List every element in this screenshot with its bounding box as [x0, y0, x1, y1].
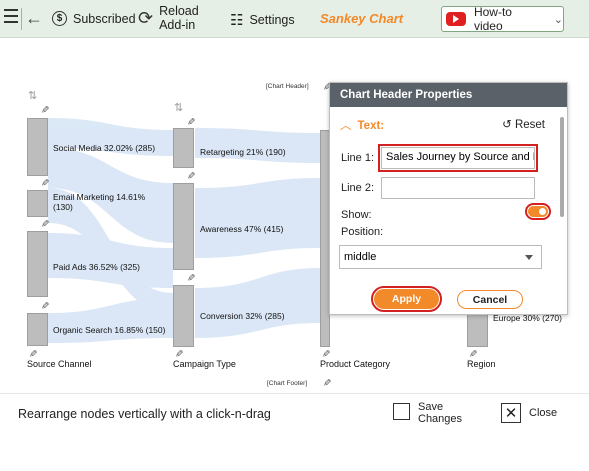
apply-button[interactable]: Apply [371, 286, 442, 312]
label-awareness: Awareness 47% (415) [200, 224, 284, 234]
axis-product-category: Product Category [320, 359, 391, 369]
caret-down-icon [525, 255, 533, 260]
howto-video-dropdown[interactable]: How-to video ⌄ [441, 5, 564, 33]
line1-label: Line 1: [341, 152, 375, 164]
chevron-up-icon: ︿ [340, 120, 352, 132]
label-organic-search: Organic Search 16.85% (150) [53, 325, 166, 335]
text-section-label: Text: [357, 120, 385, 132]
label-email-marketing: Email Marketing 14.61% (130) [53, 192, 146, 212]
close-label: Close [529, 407, 558, 419]
show-toggle[interactable] [525, 203, 551, 220]
node-paid-ads[interactable] [27, 231, 48, 297]
node-email-marketing[interactable] [27, 190, 48, 217]
cancel-button[interactable]: Cancel [457, 290, 523, 309]
label-conversion: Conversion 32% (285) [200, 311, 285, 321]
reset-icon: ↺ [502, 119, 515, 131]
line2-label: Line 2: [341, 182, 375, 194]
edit-pencil-icon[interactable]: ✎ [467, 349, 478, 357]
menu-icon[interactable] [4, 9, 20, 25]
toolbar-divider [21, 8, 22, 30]
flow-band [195, 128, 320, 163]
dollar-icon: $ [52, 11, 67, 26]
sort-icon[interactable]: ⇅ [28, 89, 37, 102]
close-icon: ✕ [501, 403, 521, 423]
reload-icon: ⟳ [138, 7, 154, 28]
settings-label: Settings [249, 13, 295, 27]
back-arrow-icon[interactable]: ← [25, 8, 43, 29]
sort-icon[interactable]: ⇅ [174, 101, 183, 114]
line2-input[interactable] [381, 177, 535, 199]
show-label: Show: [341, 209, 372, 221]
edit-pencil-icon[interactable]: ✎ [185, 273, 196, 281]
subscribed-label: Subscribed [73, 11, 136, 26]
reload-addin-button[interactable]: ⟳ Reload Add-in [138, 4, 199, 32]
axis-region: Region [467, 359, 496, 369]
floppy-disk-icon [393, 403, 410, 420]
subscribed-button[interactable]: $ Subscribed [52, 11, 136, 26]
edit-pencil-icon[interactable]: ✎ [173, 349, 184, 357]
edit-pencil-icon[interactable]: ✎ [39, 301, 50, 309]
axis-campaign-type: Campaign Type [173, 359, 236, 369]
close-button[interactable]: ✕ Close [501, 403, 557, 423]
howto-label: How-to video [473, 5, 512, 33]
label-social-media: Social Media 32.02% (285) [53, 143, 156, 153]
youtube-icon [446, 12, 466, 26]
edit-pencil-icon[interactable]: ✎ [185, 171, 196, 179]
position-label: Position: [341, 226, 384, 238]
drag-hint: Rearrange nodes vertically with a click-… [18, 407, 271, 421]
save-changes-button[interactable]: Save Changes [393, 401, 462, 425]
panel-title: Chart Header Properties [330, 83, 567, 107]
panel-scrollbar[interactable] [560, 117, 564, 217]
flow-band [195, 268, 320, 338]
settings-button[interactable]: ☷ Settings [230, 11, 295, 29]
node-social-media[interactable] [27, 118, 48, 176]
sliders-icon: ☷ [230, 12, 244, 29]
node-retargeting[interactable] [173, 128, 194, 168]
edit-pencil-icon[interactable]: ✎ [320, 349, 331, 357]
chevron-down-icon: ⌄ [553, 13, 563, 26]
label-retargeting: Retargeting 21% (190) [200, 147, 286, 157]
node-conversion[interactable] [173, 285, 194, 347]
reload-label: Reload Add-in [159, 4, 199, 32]
node-organic-search[interactable] [27, 313, 48, 346]
app-title: Sankey Chart [320, 11, 404, 26]
reset-button[interactable]: ↺ Reset [502, 117, 545, 133]
edit-pencil-icon[interactable]: ✎ [39, 178, 50, 186]
edit-pencil-icon[interactable]: ✎ [27, 349, 38, 357]
node-awareness[interactable] [173, 183, 194, 270]
position-select[interactable]: middle [339, 245, 542, 269]
reset-label: Reset [514, 119, 545, 131]
save-label: Save Changes [418, 401, 463, 425]
chart-footer-tag[interactable]: [Chart Footer] [267, 380, 307, 387]
chart-header-tag[interactable]: [Chart Header] [266, 83, 309, 90]
position-value: middle [344, 251, 377, 263]
edit-pencil-icon[interactable]: ✎ [39, 105, 50, 113]
axis-source-channel: Source Channel [27, 359, 92, 369]
text-section-toggle[interactable]: ︿ Text: [340, 117, 384, 133]
chart-header-properties-panel: Chart Header Properties ︿ Text: ↺ Reset L… [329, 82, 568, 315]
line1-input[interactable]: Sales Journey by Source and Region [378, 144, 538, 172]
bottom-bar: Rearrange nodes vertically with a click-… [0, 393, 589, 430]
node-europe[interactable] [467, 314, 488, 347]
edit-pencil-icon[interactable]: ✎ [185, 117, 196, 125]
edit-pencil-icon[interactable]: ✎ [321, 378, 332, 386]
text-section-header: ︿ Text: ↺ Reset [340, 117, 545, 133]
toolbar: ← $ Subscribed ⟳ Reload Add-in ☷ Setting… [0, 0, 589, 38]
label-paid-ads: Paid Ads 36.52% (325) [53, 262, 140, 272]
edit-pencil-icon[interactable]: ✎ [39, 219, 50, 227]
flow-band [195, 178, 320, 258]
